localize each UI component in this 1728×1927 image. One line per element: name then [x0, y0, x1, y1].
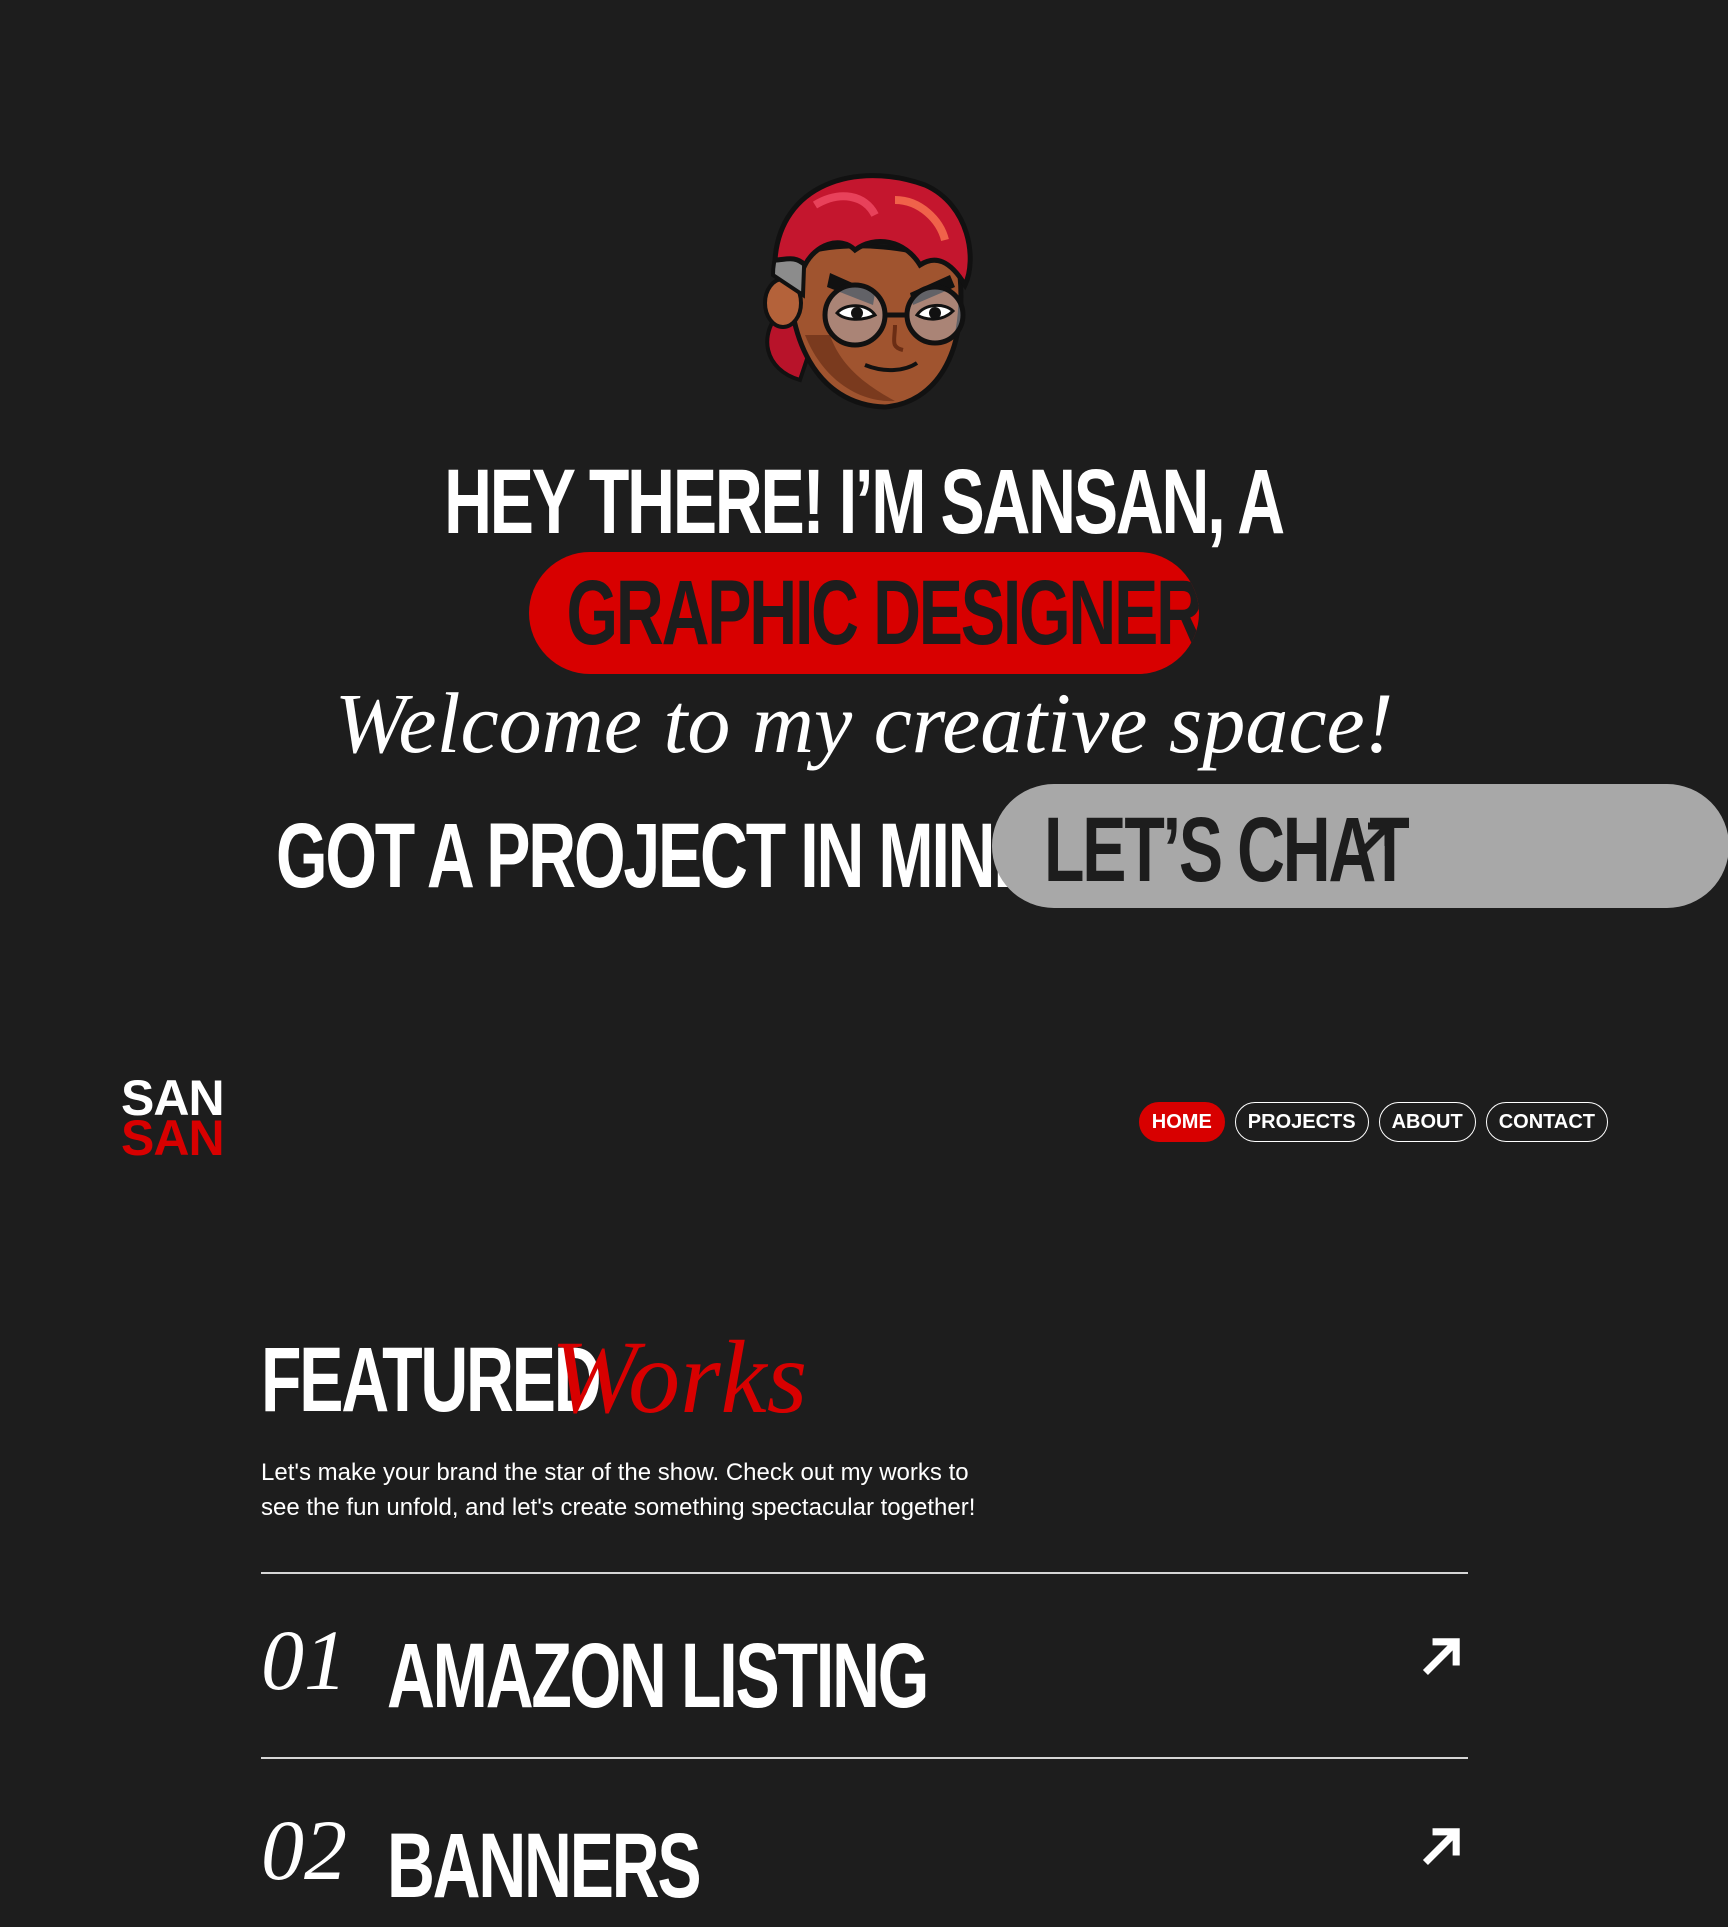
work-item-banners[interactable]: 02 BANNERS — [261, 1800, 1468, 1920]
divider — [261, 1572, 1468, 1574]
graphic-designer-button[interactable]: GRAPHIC DESIGNER — [529, 552, 1199, 674]
arrow-up-right-icon[interactable] — [1416, 1820, 1468, 1872]
work-item-amazon-listing[interactable]: 01 AMAZON LISTING — [261, 1610, 1468, 1730]
nav-home[interactable]: HOME — [1138, 1102, 1225, 1142]
nav-about[interactable]: ABOUT — [1378, 1102, 1476, 1142]
hero-greeting: HEY THERE! I’M SANSAN, A — [444, 451, 1286, 553]
featured-heading: FEATURED Works — [261, 1320, 808, 1435]
work-number: 01 — [261, 1612, 347, 1708]
main-nav: HOME PROJECTS ABOUT CONTACT — [1138, 1102, 1608, 1142]
featured-description: Let's make your brand the star of the sh… — [261, 1459, 976, 1521]
arrow-up-right-icon[interactable] — [1416, 1630, 1468, 1682]
lets-chat-button[interactable]: LET’S CHAT — [992, 784, 1728, 908]
nav-projects[interactable]: PROJECTS — [1234, 1102, 1369, 1142]
arrow-up-right-icon — [1359, 822, 1392, 855]
project-cta-row: GOT A PROJECT IN MIND? LET’S CHAT — [276, 784, 1728, 908]
nav-contact[interactable]: CONTACT — [1485, 1102, 1608, 1142]
divider — [261, 1757, 1468, 1759]
work-number: 02 — [261, 1802, 347, 1898]
work-title: AMAZON LISTING — [387, 1625, 929, 1727]
welcome-tagline: Welcome to my creative space! — [334, 675, 1394, 771]
graphic-designer-label: GRAPHIC DESIGNER — [566, 562, 1199, 664]
work-title: BANNERS — [387, 1815, 702, 1917]
avatar-illustration — [763, 173, 973, 410]
logo[interactable]: SAN SAN — [121, 1073, 225, 1163]
